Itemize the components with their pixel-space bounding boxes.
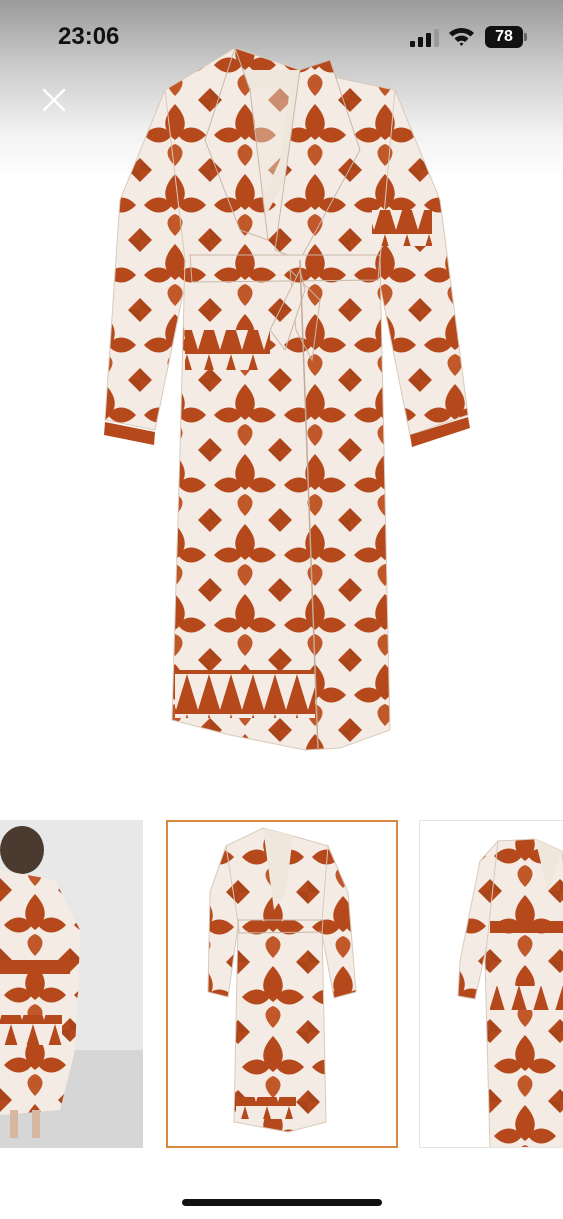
close-icon[interactable] bbox=[38, 84, 70, 116]
robe-front-view-image bbox=[168, 822, 396, 1146]
thumbnail-strip bbox=[0, 820, 563, 1150]
status-time: 23:06 bbox=[58, 23, 120, 50]
product-main-image bbox=[104, 46, 470, 751]
thumbnail-model-back-view[interactable] bbox=[0, 820, 143, 1148]
battery-cap bbox=[524, 33, 527, 41]
battery-icon: 78 bbox=[485, 26, 527, 48]
cellular-signal-icon bbox=[410, 29, 439, 47]
home-indicator[interactable] bbox=[182, 1199, 382, 1206]
thumbnail-robe-front-view[interactable] bbox=[166, 820, 398, 1148]
thumbnail-robe-side-view[interactable] bbox=[419, 820, 563, 1148]
robe-side-view-image bbox=[420, 821, 563, 1147]
status-bar: 23:06 78 bbox=[0, 0, 563, 76]
wifi-icon bbox=[449, 27, 474, 46]
model-back-view-image bbox=[0, 820, 143, 1148]
battery-level: 78 bbox=[495, 28, 513, 45]
